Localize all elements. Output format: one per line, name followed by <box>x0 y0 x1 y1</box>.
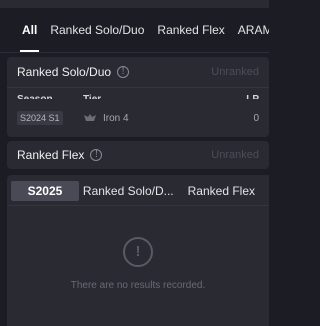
queue-tabs: All Ranked Solo/Duo Ranked Flex ARAM <box>0 8 269 53</box>
lp-value: 0 <box>253 112 259 124</box>
solo-duo-header: Ranked Solo/Duo ! Unranked <box>7 57 269 87</box>
tab-ranked-solo-duo[interactable]: Ranked Solo/Duo <box>50 8 144 52</box>
iron-emblem-icon <box>84 114 96 121</box>
divider <box>7 205 269 206</box>
history-tabs: S2025 Ranked Solo/D... Ranked Flex <box>7 175 269 201</box>
flex-card: Ranked Flex ! Unranked <box>7 141 269 169</box>
tier-cell: Iron 4 <box>83 112 239 124</box>
flex-header: Ranked Flex ! Unranked <box>7 141 269 169</box>
season-cell: S2024 S1 <box>17 111 83 125</box>
tab-ranked-flex[interactable]: Ranked Flex <box>157 8 224 52</box>
info-icon[interactable]: ! <box>90 149 103 161</box>
match-history-panel: S2025 Ranked Solo/D... Ranked Flex ! The… <box>7 175 269 326</box>
flex-title: Ranked Flex <box>17 148 85 162</box>
empty-message: There are no results recorded. <box>70 280 206 291</box>
flex-status: Unranked <box>211 149 259 161</box>
info-icon[interactable]: ! <box>117 66 130 78</box>
table-row: S2024 S1 Iron 4 0 <box>7 99 269 137</box>
season-table: S2024 S1 Iron 4 0 <box>7 99 269 137</box>
tab-all[interactable]: All <box>19 8 40 52</box>
solo-duo-title: Ranked Solo/Duo <box>17 65 112 79</box>
tab-history-flex[interactable]: Ranked Flex <box>188 184 255 198</box>
tier-value: Iron 4 <box>103 112 129 124</box>
season-badge: S2024 S1 <box>17 111 63 125</box>
tab-aram[interactable]: ARAM <box>238 8 269 52</box>
solo-duo-status: Unranked <box>211 66 259 78</box>
top-bar <box>0 0 269 8</box>
empty-state: ! There are no results recorded. <box>7 237 269 291</box>
tab-history-solo-duo[interactable]: Ranked Solo/D... <box>83 184 174 198</box>
alert-icon: ! <box>123 237 153 267</box>
tab-s2025[interactable]: S2025 <box>11 180 79 201</box>
